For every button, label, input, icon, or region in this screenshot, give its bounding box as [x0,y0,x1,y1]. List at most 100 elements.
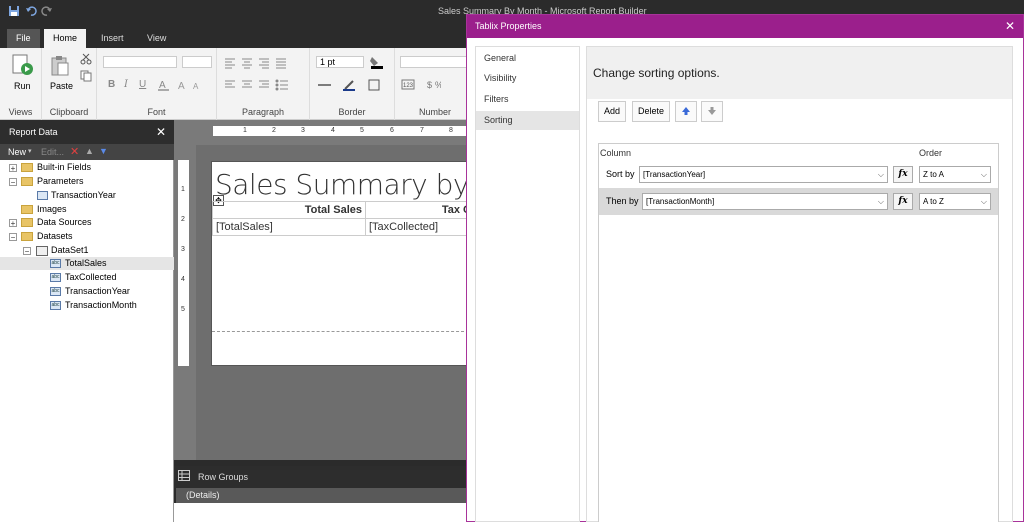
new-button[interactable]: New [8,147,26,157]
run-label[interactable]: Run [14,81,31,91]
dialog-nav: General Visibility Filters Sorting [475,46,580,522]
paste-icon[interactable] [50,55,72,79]
folder-icon [21,218,33,227]
tab-home[interactable]: Home [44,29,86,48]
move-up-icon[interactable]: ▲ [85,146,94,156]
report-title-textbox[interactable]: Sales Summary by M [215,168,502,201]
font-size-select[interactable] [182,56,212,68]
dialog-title-bar: Tablix Properties ✕ [467,15,1023,38]
nav-filters[interactable]: Filters [476,90,579,109]
chevron-down-icon[interactable]: ▾ [28,147,32,155]
border-style-icon[interactable] [317,79,387,93]
sort-field-select[interactable]: [TransactionYear] ⌵ [639,166,888,183]
sort-row-label: Sort by [606,169,635,179]
folder-icon [21,163,33,172]
italic-button[interactable]: I [124,79,128,90]
redo-icon[interactable] [41,5,53,20]
ruler-number: 4 [181,276,185,283]
collapse-icon[interactable]: − [23,247,31,256]
dialog-title: Tablix Properties [475,21,542,31]
views-group-label: Views [8,107,33,117]
sort-order-select[interactable]: Z to A ⌵ [919,166,991,183]
move-down-icon[interactable]: ▼ [99,146,108,156]
sort-row-selected: Then by [TransactionMonth] ⌵ fx A to Z ⌵ [599,188,998,215]
nav-sorting[interactable]: Sorting [476,111,579,130]
ruler-number: 2 [272,127,276,134]
cell-total-sales[interactable]: [TotalSales] [212,218,366,236]
tree-label: Images [37,204,67,214]
sort-field-value: [TransactionMonth] [646,197,715,206]
nav-visibility[interactable]: Visibility [476,69,579,88]
close-icon[interactable]: ✕ [156,120,166,144]
ruler-number: 4 [331,127,335,134]
number-format-select[interactable] [400,56,470,68]
header-cell-total-sales[interactable]: Total Sales [212,201,366,219]
copy-icon[interactable] [80,70,92,84]
border-group-label: Border [338,107,366,117]
collapse-icon[interactable]: − [9,233,17,242]
tab-insert[interactable]: Insert [92,29,133,48]
move-up-icon[interactable] [675,101,697,122]
cell-tax-collected[interactable]: [TaxCollected] [365,218,475,236]
shrink-font-icon[interactable]: A [192,78,206,94]
svg-text:$: $ [427,80,432,90]
parameter-icon [37,191,48,200]
field-icon: abc [50,259,61,268]
delete-icon[interactable]: ✕ [70,145,79,158]
nav-general[interactable]: General [476,49,579,68]
save-icon[interactable] [8,5,20,20]
ruler-number: 3 [301,127,305,134]
number-group-label: Number [418,107,451,117]
collapse-icon[interactable]: − [9,178,17,187]
fx-expression-button[interactable]: fx [893,166,913,183]
dataset-icon [36,246,48,256]
body-footer-divider [212,331,474,332]
font-family-select[interactable] [103,56,177,68]
ruler-number: 2 [181,216,185,223]
row-groups-label: Row Groups [198,472,249,482]
chevron-down-icon: ⌵ [980,197,987,206]
sort-row-label: Then by [606,196,639,206]
expand-icon[interactable]: + [9,219,17,228]
close-icon[interactable]: ✕ [1005,15,1015,38]
expand-icon[interactable]: + [9,164,17,173]
run-icon[interactable] [12,54,34,78]
sort-field-select[interactable]: [TransactionMonth] ⌵ [642,193,888,210]
paragraph-group: Paragraph [217,48,310,120]
svg-text:123: 123 [403,83,414,89]
report-data-panel: Report Data ✕ New ▾ Edit... ✕ ▲ ▼ + Buil… [0,120,174,522]
details-group-row[interactable]: (Details) [176,488,474,503]
header-cell-tax[interactable]: Tax C [365,201,475,219]
delete-button[interactable]: Delete [632,101,670,122]
fx-expression-button[interactable]: fx [893,193,913,210]
edit-button[interactable]: Edit... [41,147,64,157]
fill-color-icon[interactable] [369,55,387,71]
underline-button[interactable]: U [139,79,146,90]
field-icon: abc [50,287,61,296]
ruler-number: 3 [181,246,185,253]
placeholder-icon[interactable]: 123 $% [401,78,443,94]
clipboard-group: Paste Clipboard [42,48,97,120]
undo-icon[interactable] [25,5,37,20]
add-button[interactable]: Add [598,101,626,122]
bold-button[interactable]: B [108,79,115,90]
order-header: Order [919,148,943,158]
cut-icon[interactable] [80,53,92,67]
sort-row: Sort by [TransactionYear] ⌵ fx Z to A ⌵ [599,161,998,188]
align-left-icon[interactable] [224,57,304,71]
grow-font-icon[interactable]: A [177,78,191,94]
move-down-icon[interactable] [701,101,723,122]
sort-order-select[interactable]: A to Z ⌵ [919,193,991,210]
folder-open-icon [21,232,33,241]
font-group-label: Font [147,107,166,117]
border-width-select[interactable]: 1 pt [316,56,364,68]
report-data-title: Report Data [9,127,58,137]
font-color-icon[interactable]: A [157,78,171,94]
tree-label: Data Sources [37,217,92,227]
groups-pane-body [174,503,474,522]
field-icon: abc [50,273,61,282]
align-paragraph-icon[interactable] [224,79,304,93]
tab-file[interactable]: File [7,29,40,48]
paste-label[interactable]: Paste [50,81,73,91]
tab-view[interactable]: View [138,29,175,48]
